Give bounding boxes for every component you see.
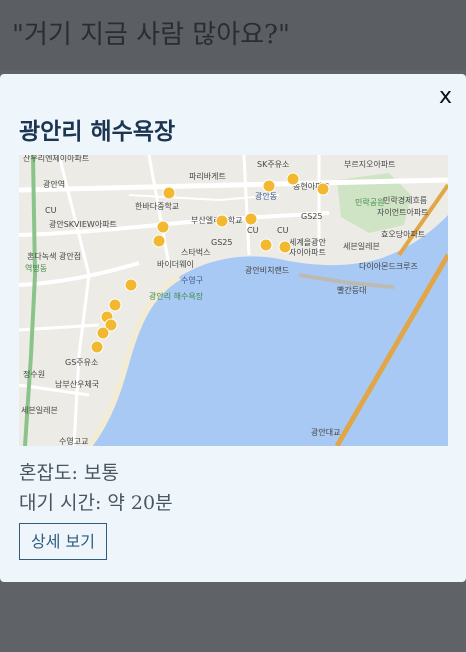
- map-label: 부르지오아파트: [344, 159, 396, 169]
- map-label: 빨간등대: [337, 285, 366, 295]
- map-marker-icon[interactable]: [278, 240, 292, 254]
- map-label: 광안동: [255, 191, 277, 201]
- map-image[interactable]: 산우리엔제이아파트 파리바게트 SK주유소 부르지오아파트 광안역 CU 한바다…: [19, 155, 448, 446]
- map-label: CU: [277, 226, 289, 235]
- map-label: 광안대교: [311, 427, 340, 437]
- map-marker-icon[interactable]: [244, 212, 258, 226]
- map-label: 파리바게트: [189, 171, 226, 181]
- map-label: 스타벅스: [181, 247, 210, 257]
- map-label: 정수원: [23, 369, 45, 379]
- map-label: 다이아몬드크루즈: [359, 261, 418, 271]
- congestion-text: 혼잡도: 보통: [19, 462, 119, 484]
- map-marker-icon[interactable]: [286, 172, 300, 186]
- map-label: CU: [45, 206, 57, 215]
- map-marker-icon[interactable]: [124, 278, 138, 292]
- map-label: CU: [247, 226, 259, 235]
- map-label: 수영구: [181, 275, 203, 285]
- map-label: 산우리엔제이아파트: [23, 155, 89, 163]
- map-label: 세븐일레븐: [21, 406, 58, 415]
- map-label: 민락경제흐름: [383, 195, 427, 205]
- map-marker-icon[interactable]: [259, 238, 273, 252]
- map-marker-icon[interactable]: [90, 340, 104, 354]
- map-marker-icon[interactable]: [162, 186, 176, 200]
- map-label: 혼다녹색 광안점: [27, 251, 81, 261]
- map-label: 효오당아파트: [381, 229, 425, 239]
- map-label: 수영고교: [59, 436, 88, 446]
- wait-time-text: 대기 시간: 약 20분: [19, 492, 173, 514]
- map-label: 남부산우체국: [55, 379, 99, 389]
- map-marker-icon[interactable]: [215, 214, 229, 228]
- map-label: 광안리 해수욕장: [149, 291, 204, 301]
- map-label: 광안역: [43, 179, 65, 189]
- map-label: 자이아파트: [289, 247, 326, 257]
- page-title: "거기 지금 사람 많아요?": [12, 20, 290, 50]
- place-title: 광안리 해수욕장: [19, 118, 176, 145]
- map-label: 세븐일레븐: [343, 242, 380, 251]
- map-label: 역명동: [25, 263, 47, 273]
- map-marker-icon[interactable]: [108, 298, 122, 312]
- close-button[interactable]: x: [439, 84, 452, 109]
- map-label: GS25: [211, 238, 232, 247]
- place-modal: x 광안리 해수욕장 산우리엔제이아파트 파리바게트 SK주유소 부르지오아파트…: [0, 74, 466, 582]
- map-marker-icon[interactable]: [152, 234, 166, 248]
- map-label: 바이더웨이: [157, 259, 194, 269]
- detail-button[interactable]: 상세 보기: [19, 523, 107, 560]
- map-label: GS주유소: [65, 358, 98, 367]
- map-label: 세계을광안: [289, 237, 326, 247]
- map-label: 광안비치랜드: [245, 265, 289, 275]
- page-header: "거기 지금 사람 많아요?": [0, 0, 466, 70]
- map-label: SK주유소: [257, 160, 289, 169]
- map-marker-icon[interactable]: [156, 220, 170, 234]
- map-marker-icon[interactable]: [316, 182, 330, 196]
- map-label: 자이언트아파트: [377, 207, 429, 217]
- map-marker-icon[interactable]: [262, 179, 276, 193]
- map-label: 민락공원: [355, 197, 384, 207]
- map-label: GS25: [301, 212, 322, 221]
- map-label: 광안SKVIEW아파트: [49, 219, 117, 229]
- map-label: 한바다중학교: [135, 201, 179, 211]
- map-marker-icon[interactable]: [96, 326, 110, 340]
